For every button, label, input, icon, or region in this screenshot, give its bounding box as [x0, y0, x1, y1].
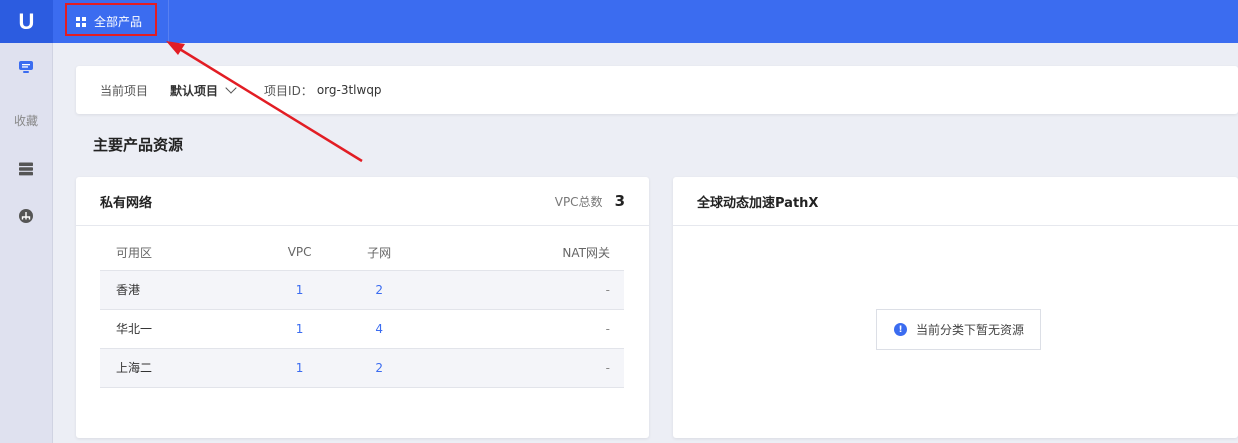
- table-row: 上海二 1 2 -: [100, 348, 624, 388]
- info-icon: !: [894, 323, 907, 336]
- monitor-icon: [19, 61, 33, 73]
- vpc-count-link[interactable]: 1: [260, 270, 340, 310]
- logo-text: U: [18, 8, 35, 34]
- project-id: org-3tlwqp: [316, 83, 382, 97]
- project-selector[interactable]: 默认项目: [170, 82, 237, 99]
- vpc-total: VPC总数 3: [555, 192, 625, 210]
- vpc-zone-table: 可用区 VPC 子网 NAT网关 香港 1 2 - 华北一 1 4 - 上海二 …: [100, 235, 624, 388]
- sidebar-item-network[interactable]: [0, 205, 52, 227]
- project-id-label: 项目ID：: [264, 83, 313, 98]
- sidebar-item-favorites[interactable]: 收藏: [0, 109, 52, 131]
- nat-count-cell: -: [419, 348, 624, 388]
- column-header-subnet: 子网: [339, 235, 420, 271]
- sidebar-item-hosts[interactable]: [0, 158, 52, 180]
- sidebar-item-overview[interactable]: [0, 56, 52, 78]
- vpc-card-header: 私有网络 VPC总数 3: [76, 177, 649, 226]
- vpc-total-label: VPC总数: [554, 194, 603, 209]
- top-navbar: U 全部产品: [0, 0, 1238, 43]
- column-header-vpc: VPC: [260, 235, 340, 271]
- section-title: 主要产品资源: [93, 136, 184, 154]
- project-name: 默认项目: [170, 83, 219, 98]
- pathx-card-title[interactable]: 全球动态加速PathX: [697, 192, 818, 211]
- network-icon: [19, 209, 33, 223]
- column-header-nat: NAT网关: [419, 235, 624, 271]
- sidebar-item-label: 收藏: [13, 113, 38, 128]
- empty-state: ! 当前分类下暂无资源: [876, 309, 1041, 350]
- vpc-total-value: 3: [614, 192, 625, 210]
- nat-count-cell: -: [419, 270, 624, 310]
- vpc-count-link[interactable]: 1: [260, 309, 340, 349]
- subnet-count-link[interactable]: 2: [339, 348, 420, 388]
- zone-cell: 华北一: [100, 309, 260, 349]
- column-header-zone: 可用区: [100, 235, 260, 271]
- subnet-count-link[interactable]: 2: [339, 270, 420, 310]
- table-header-row: 可用区 VPC 子网 NAT网关: [100, 235, 624, 271]
- zone-cell: 上海二: [100, 348, 260, 388]
- vpc-card-title[interactable]: 私有网络: [100, 192, 152, 211]
- current-project-label: 当前项目: [100, 83, 149, 98]
- table-row: 华北一 1 4 -: [100, 309, 624, 349]
- chevron-down-icon: [225, 82, 237, 94]
- empty-state-text: 当前分类下暂无资源: [916, 323, 1025, 337]
- annotation-highlight-box: [65, 3, 157, 36]
- pathx-card: 全球动态加速PathX ! 当前分类下暂无资源: [673, 177, 1238, 438]
- vpc-count-link[interactable]: 1: [260, 348, 340, 388]
- subnet-count-link[interactable]: 4: [339, 309, 420, 349]
- zone-cell: 香港: [100, 270, 260, 310]
- nat-count-cell: -: [419, 309, 624, 349]
- project-bar: 当前项目 默认项目 项目ID： org-3tlwqp: [76, 66, 1238, 114]
- vpc-card: 私有网络 VPC总数 3 可用区 VPC 子网 NAT网关 香港 1 2 - 华…: [76, 177, 649, 438]
- server-icon: [19, 162, 33, 176]
- table-row: 香港 1 2 -: [100, 270, 624, 310]
- pathx-card-header: 全球动态加速PathX: [673, 177, 1238, 226]
- sidebar: 收藏: [0, 43, 53, 443]
- annotation-arrow-head: [166, 41, 185, 55]
- logo[interactable]: U: [0, 0, 53, 43]
